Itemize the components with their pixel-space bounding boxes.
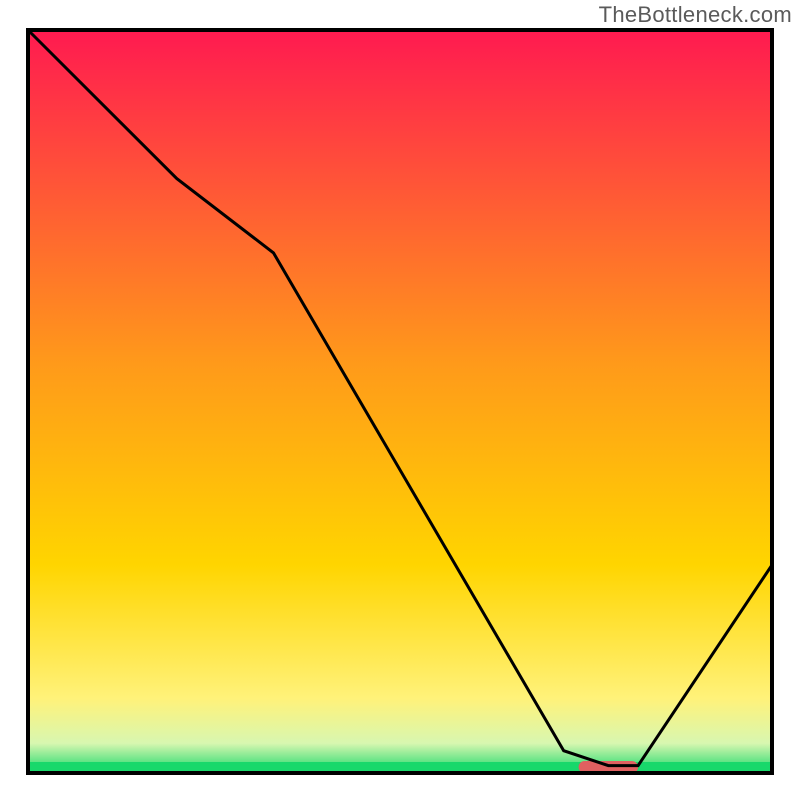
chart-container: TheBottleneck.com <box>0 0 800 800</box>
bottleneck-chart <box>0 0 800 800</box>
watermark-text: TheBottleneck.com <box>599 2 792 28</box>
